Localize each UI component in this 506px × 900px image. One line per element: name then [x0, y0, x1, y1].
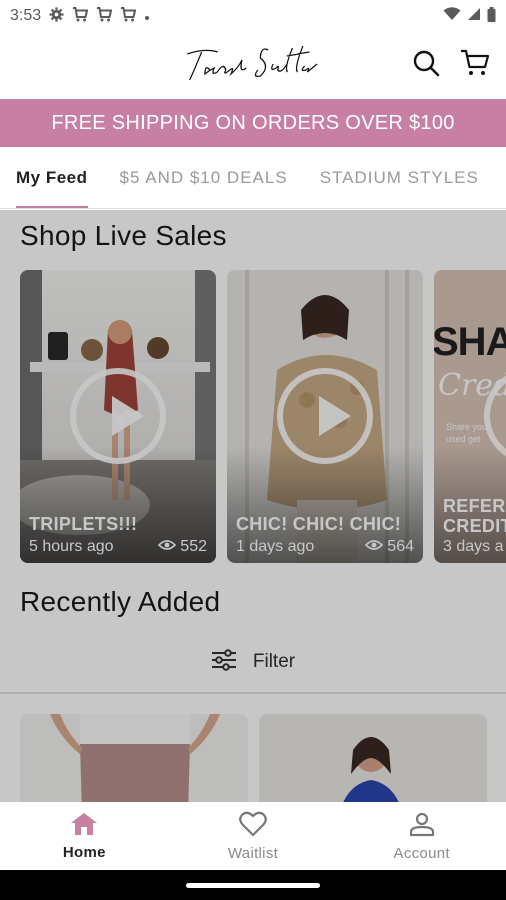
nav-account-label: Account [393, 844, 450, 862]
signal-icon [467, 7, 481, 25]
live-sale-title: CHIC! CHIC! CHIC! [236, 514, 402, 534]
gear-icon [49, 6, 64, 26]
nav-waitlist-label: Waitlist [227, 844, 279, 862]
product-card[interactable] [259, 714, 487, 802]
divider [0, 692, 506, 694]
dot-icon [144, 7, 150, 25]
eye-icon [158, 538, 177, 556]
status-time: 3:53 [10, 7, 42, 24]
home-gesture-handle[interactable] [186, 883, 320, 888]
live-sale-title: REFER [443, 496, 506, 516]
tab-5-and-10-deals[interactable]: $5 AND $10 DEALS [120, 147, 288, 208]
view-count: 552 [158, 538, 207, 556]
promo-text: FREE SHIPPING ON ORDERS OVER $100 [51, 111, 455, 134]
live-sale-title: TRIPLETS!!! [29, 514, 138, 534]
status-bar: 3:53 [0, 0, 506, 32]
product-image [20, 714, 248, 802]
filter-button[interactable]: Filter [0, 642, 506, 682]
live-sale-time: 1 days ago [236, 538, 315, 555]
live-sale-time: 3 days a [443, 538, 504, 555]
view-count: 564 [365, 538, 414, 556]
recently-added-title: Recently Added [20, 586, 221, 617]
filter-label: Filter [252, 651, 296, 672]
cart-notification-icon [120, 6, 137, 26]
play-button-icon[interactable] [70, 368, 166, 464]
view-count-value: 552 [180, 538, 207, 555]
live-sale-meta: 5 hours ago 552 [29, 538, 207, 556]
nav-home-label: Home [62, 843, 106, 861]
logo-script [187, 45, 318, 81]
nav-waitlist[interactable]: Waitlist [169, 802, 338, 870]
cart-icon [460, 49, 490, 81]
cart-notification-icon [72, 6, 89, 26]
app-header [0, 32, 506, 99]
nav-home[interactable]: Home [0, 802, 169, 870]
live-sale-meta: 3 days a [443, 538, 506, 556]
live-sale-title-line-2: CREDIT [443, 516, 506, 536]
live-sale-time: 5 hours ago [29, 538, 114, 555]
status-right-icons [443, 6, 496, 26]
tab-my-feed[interactable]: My Feed [16, 147, 88, 208]
heart-icon [239, 811, 267, 841]
account-icon [409, 811, 435, 841]
feed-content[interactable]: Shop Live Sales TRIPLETS!!! 5 hours ago … [0, 210, 506, 802]
live-sale-meta: 1 days ago 564 [236, 538, 414, 556]
search-icon [412, 49, 440, 81]
bottom-navigation: Home Waitlist Account [0, 802, 506, 870]
cart-button[interactable] [459, 49, 491, 81]
eye-icon [365, 538, 384, 556]
play-button-icon[interactable] [277, 368, 373, 464]
live-sale-card[interactable]: CHIC! CHIC! CHIC! 1 days ago 564 [227, 270, 423, 563]
home-icon [70, 812, 98, 840]
brand-logo[interactable] [174, 40, 326, 98]
wifi-icon [443, 7, 461, 25]
battery-icon [487, 6, 496, 26]
live-sales-title: Shop Live Sales [20, 220, 227, 251]
promo-graphic-small-text: used get [446, 434, 481, 444]
promo-graphic-heading: SHARE [434, 320, 506, 364]
view-count-value: 564 [387, 538, 414, 555]
live-sale-card[interactable]: TRIPLETS!!! 5 hours ago 552 [20, 270, 216, 563]
tab-stadium-styles[interactable]: STADIUM STYLES [320, 147, 479, 208]
sliders-icon [211, 649, 237, 675]
cart-notification-icon [96, 6, 113, 26]
category-tabs: My Feed $5 AND $10 DEALS STADIUM STYLES [0, 147, 506, 209]
promo-graphic-small-text: Share you [446, 422, 488, 432]
promo-banner[interactable]: FREE SHIPPING ON ORDERS OVER $100 [0, 99, 506, 147]
live-sale-card[interactable]: SHARE Credi Share you used get REFER CRE… [434, 270, 506, 563]
product-card[interactable] [20, 714, 248, 802]
nav-account[interactable]: Account [337, 802, 506, 870]
app-screen: 3:53 FREE SHIPPING ON ORDERS OVER $100 M… [0, 0, 506, 900]
search-button[interactable] [410, 49, 442, 81]
gesture-bar-area [0, 870, 506, 900]
product-image [259, 714, 487, 802]
